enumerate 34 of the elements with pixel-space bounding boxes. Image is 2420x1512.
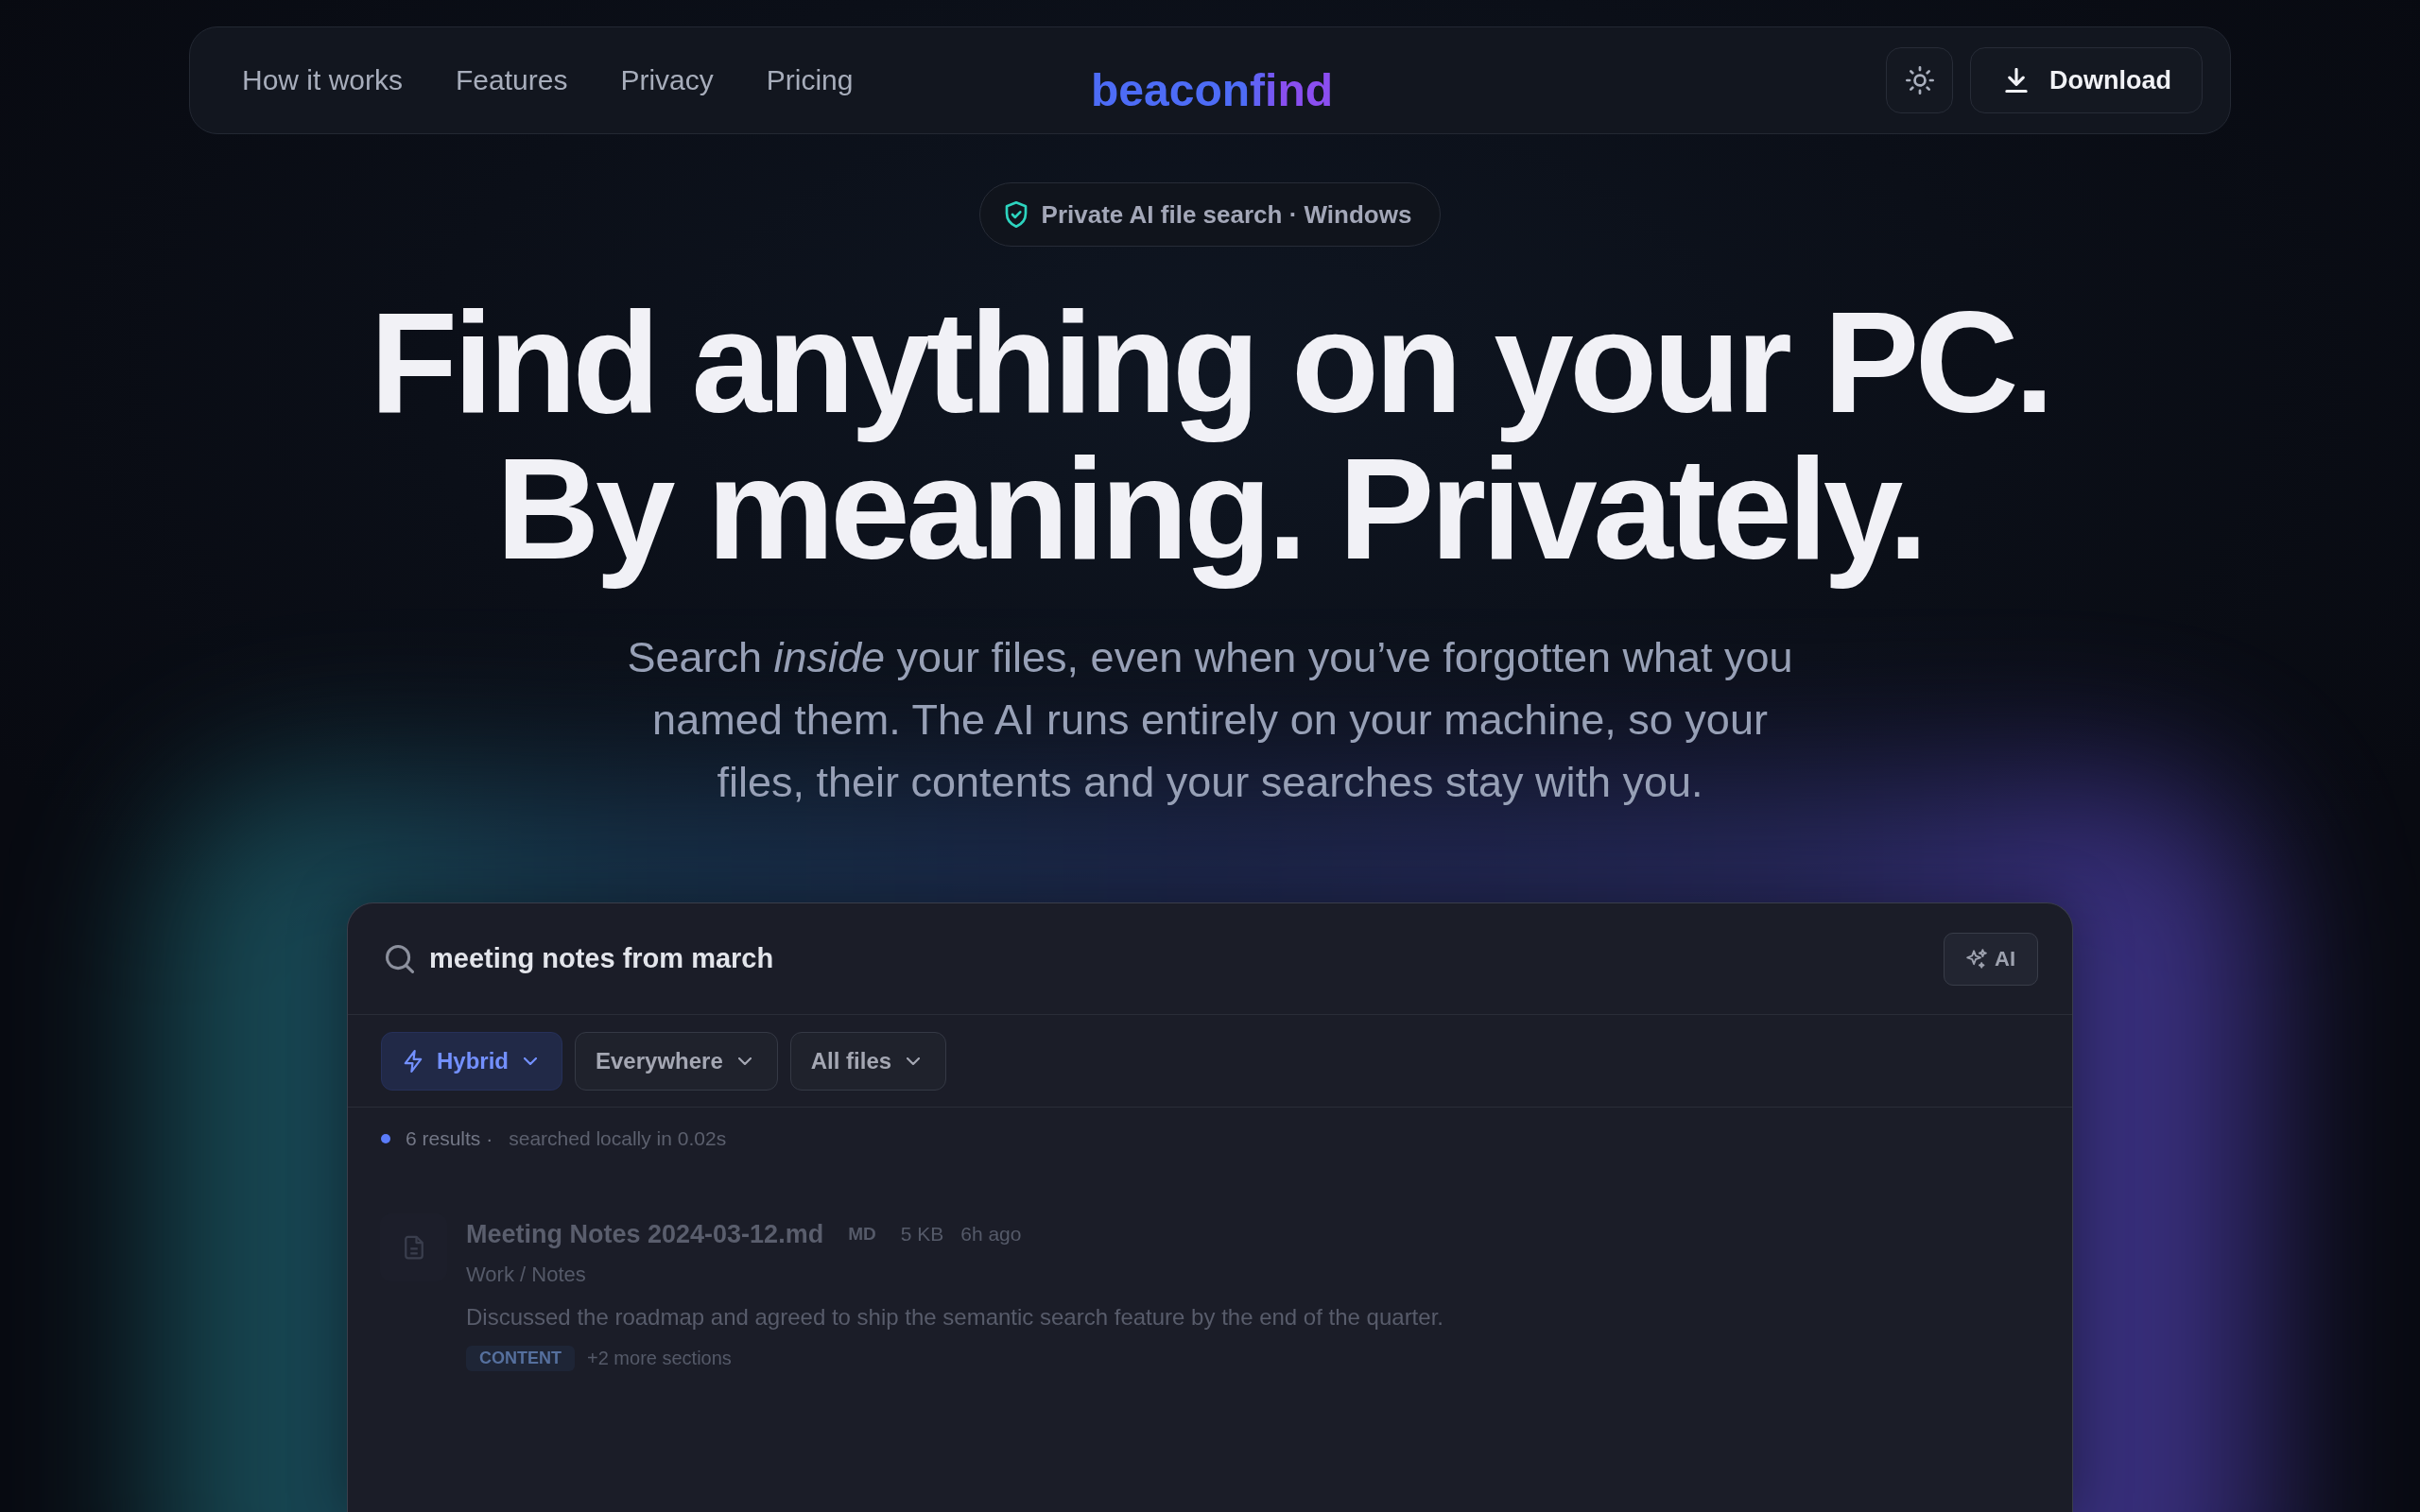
search-input[interactable]: meeting notes from march bbox=[429, 937, 1928, 980]
lightning-icon bbox=[403, 1049, 424, 1073]
shield-check-icon bbox=[1004, 201, 1028, 228]
headline: Find anything on your PC. By meaning. Privately. bbox=[369, 281, 2051, 591]
nav-link[interactable]: How it works bbox=[221, 52, 424, 109]
modified-time: 6h ago bbox=[960, 1222, 1022, 1247]
result-count: 6 results · bbox=[406, 1126, 493, 1152]
file-size: 5 KB bbox=[900, 1222, 944, 1247]
download-icon bbox=[2004, 68, 2029, 93]
nav-link[interactable]: Privacy bbox=[599, 52, 735, 109]
sun-icon bbox=[1905, 66, 1934, 94]
chevron-down-icon bbox=[907, 1057, 921, 1065]
nav-link[interactable]: Features bbox=[435, 52, 589, 109]
download-button[interactable]: Download bbox=[1970, 47, 2203, 113]
nav-link[interactable]: Pricing bbox=[745, 52, 874, 109]
chevron-down-icon bbox=[737, 1057, 752, 1065]
search-icon bbox=[386, 944, 414, 973]
badge-label: Private AI file search · Windows bbox=[1041, 198, 1412, 231]
sparkles-icon bbox=[1966, 948, 1987, 970]
file-path: Work / Notes bbox=[466, 1262, 587, 1288]
subtitle: Search inside your files, even when you’ve forgotten what you named them. The AI runs entirely on your machine, so your files, their contents and your searches stay with you. bbox=[626, 632, 1794, 808]
logo[interactable]: beaconfind bbox=[1090, 63, 1334, 117]
result-snippet: Discussed the roadmap and agreed to ship the semantic search feature by the end of the quarter. bbox=[466, 1303, 1443, 1332]
ai-button[interactable]: AI bbox=[1944, 932, 2038, 986]
filter-dropdown[interactable]: Hybrid bbox=[381, 1031, 562, 1091]
more-sections-text: +2 more sections bbox=[587, 1347, 732, 1370]
theme-toggle-button[interactable] bbox=[1886, 47, 1953, 113]
file-type-label: MD bbox=[848, 1222, 876, 1246]
match-type-tag: CONTENT bbox=[466, 1345, 575, 1371]
file-name: Meeting Notes 2024-03-12.md bbox=[466, 1219, 824, 1250]
chevron-down-icon bbox=[524, 1057, 537, 1065]
filter-dropdown[interactable]: All files bbox=[789, 1031, 947, 1091]
search-time: searched locally in 0.02s bbox=[509, 1126, 727, 1152]
filter-dropdown[interactable]: Everywhere bbox=[575, 1031, 778, 1091]
